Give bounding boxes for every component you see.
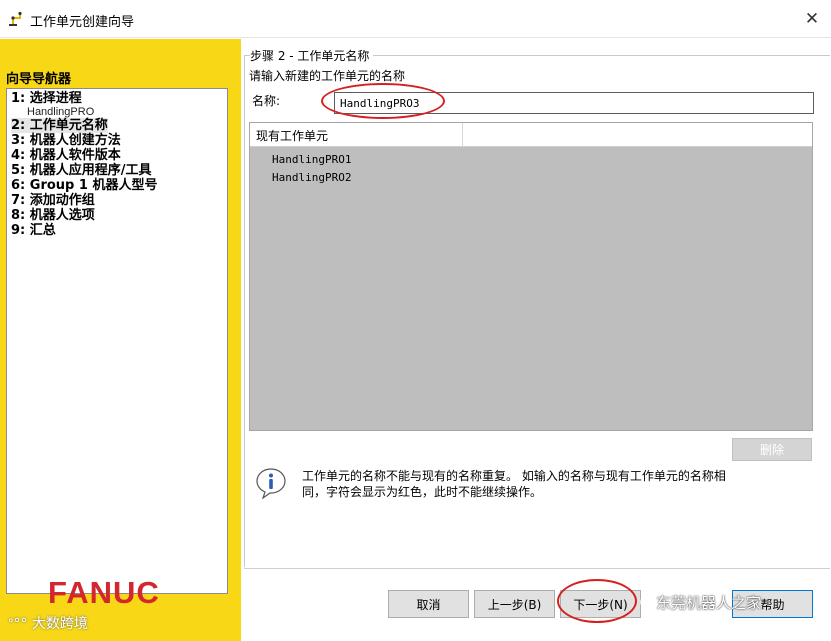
nav-step-summary[interactable]: 9: 汇总: [11, 223, 223, 238]
nav-step-select-process[interactable]: 1: 选择进程: [11, 91, 223, 106]
info-message: 工作单元的名称不能与现有的名称重复。 如输入的名称与现有工作单元的名称相 同，字…: [302, 468, 802, 500]
existing-workcells-list[interactable]: 现有工作单元 HandlingPRO1 HandlingPRO2: [249, 122, 813, 431]
step-title: 步骤 2 - 工作单元名称: [250, 47, 374, 64]
robot-arm-icon: [9, 11, 22, 26]
nav-step-group1-robot-model[interactable]: 6: Group 1 机器人型号: [11, 178, 223, 193]
navigator-list: 1: 选择进程 HandlingPRO 2: 工作单元名称 3: 机器人创建方法…: [6, 88, 228, 594]
nav-step-add-motion-group[interactable]: 7: 添加动作组: [11, 193, 223, 208]
window-title: 工作单元创建向导: [30, 15, 135, 30]
info-message-line: 同，字符会显示为红色，此时不能继续操作。: [302, 485, 543, 499]
info-message-line: 工作单元的名称不能与现有的名称重复。 如输入的名称与现有工作单元的名称相: [302, 469, 726, 483]
nav-step-process-value: HandlingPRO: [27, 106, 95, 118]
workcell-name-input[interactable]: [334, 92, 814, 114]
delete-button[interactable]: 删除: [732, 438, 812, 461]
list-rows: HandlingPRO1 HandlingPRO2: [272, 151, 351, 187]
list-item[interactable]: HandlingPRO1: [272, 151, 351, 169]
nav-step-robot-software-version[interactable]: 4: 机器人软件版本: [11, 148, 223, 163]
column-header-existing-workcells[interactable]: 现有工作单元: [256, 127, 328, 144]
bottom-separator: [244, 568, 830, 569]
title-bar: 工作单元创建向导 ✕: [0, 0, 831, 38]
info-icon: [256, 468, 286, 499]
nav-step-workcell-name[interactable]: 2: 工作单元名称: [11, 118, 223, 133]
back-button[interactable]: 上一步(B): [474, 590, 555, 618]
wizard-navigator-panel: 向导导航器 1: 选择进程 HandlingPRO 2: 工作单元名称 3: 机…: [0, 39, 241, 641]
name-label: 名称:: [252, 94, 281, 108]
list-item[interactable]: HandlingPRO2: [272, 169, 351, 187]
fanuc-logo: FANUC: [48, 575, 160, 610]
navigator-header: 向导导航器: [6, 72, 72, 87]
nav-step-robot-options[interactable]: 8: 机器人选项: [11, 208, 223, 223]
nav-step-robot-application-tool[interactable]: 5: 机器人应用程序/工具: [11, 163, 223, 178]
nav-step-robot-creation-method[interactable]: 3: 机器人创建方法: [11, 133, 223, 148]
close-icon[interactable]: ✕: [801, 8, 823, 30]
list-header: 现有工作单元: [250, 123, 812, 147]
next-button[interactable]: 下一步(N): [560, 590, 641, 618]
wechat-icon: [640, 595, 654, 609]
cancel-button[interactable]: 取消: [388, 590, 469, 618]
help-button[interactable]: 帮助: [732, 590, 813, 618]
name-prompt: 请输入新建的工作单元的名称: [249, 69, 406, 83]
column-divider: [462, 123, 463, 147]
